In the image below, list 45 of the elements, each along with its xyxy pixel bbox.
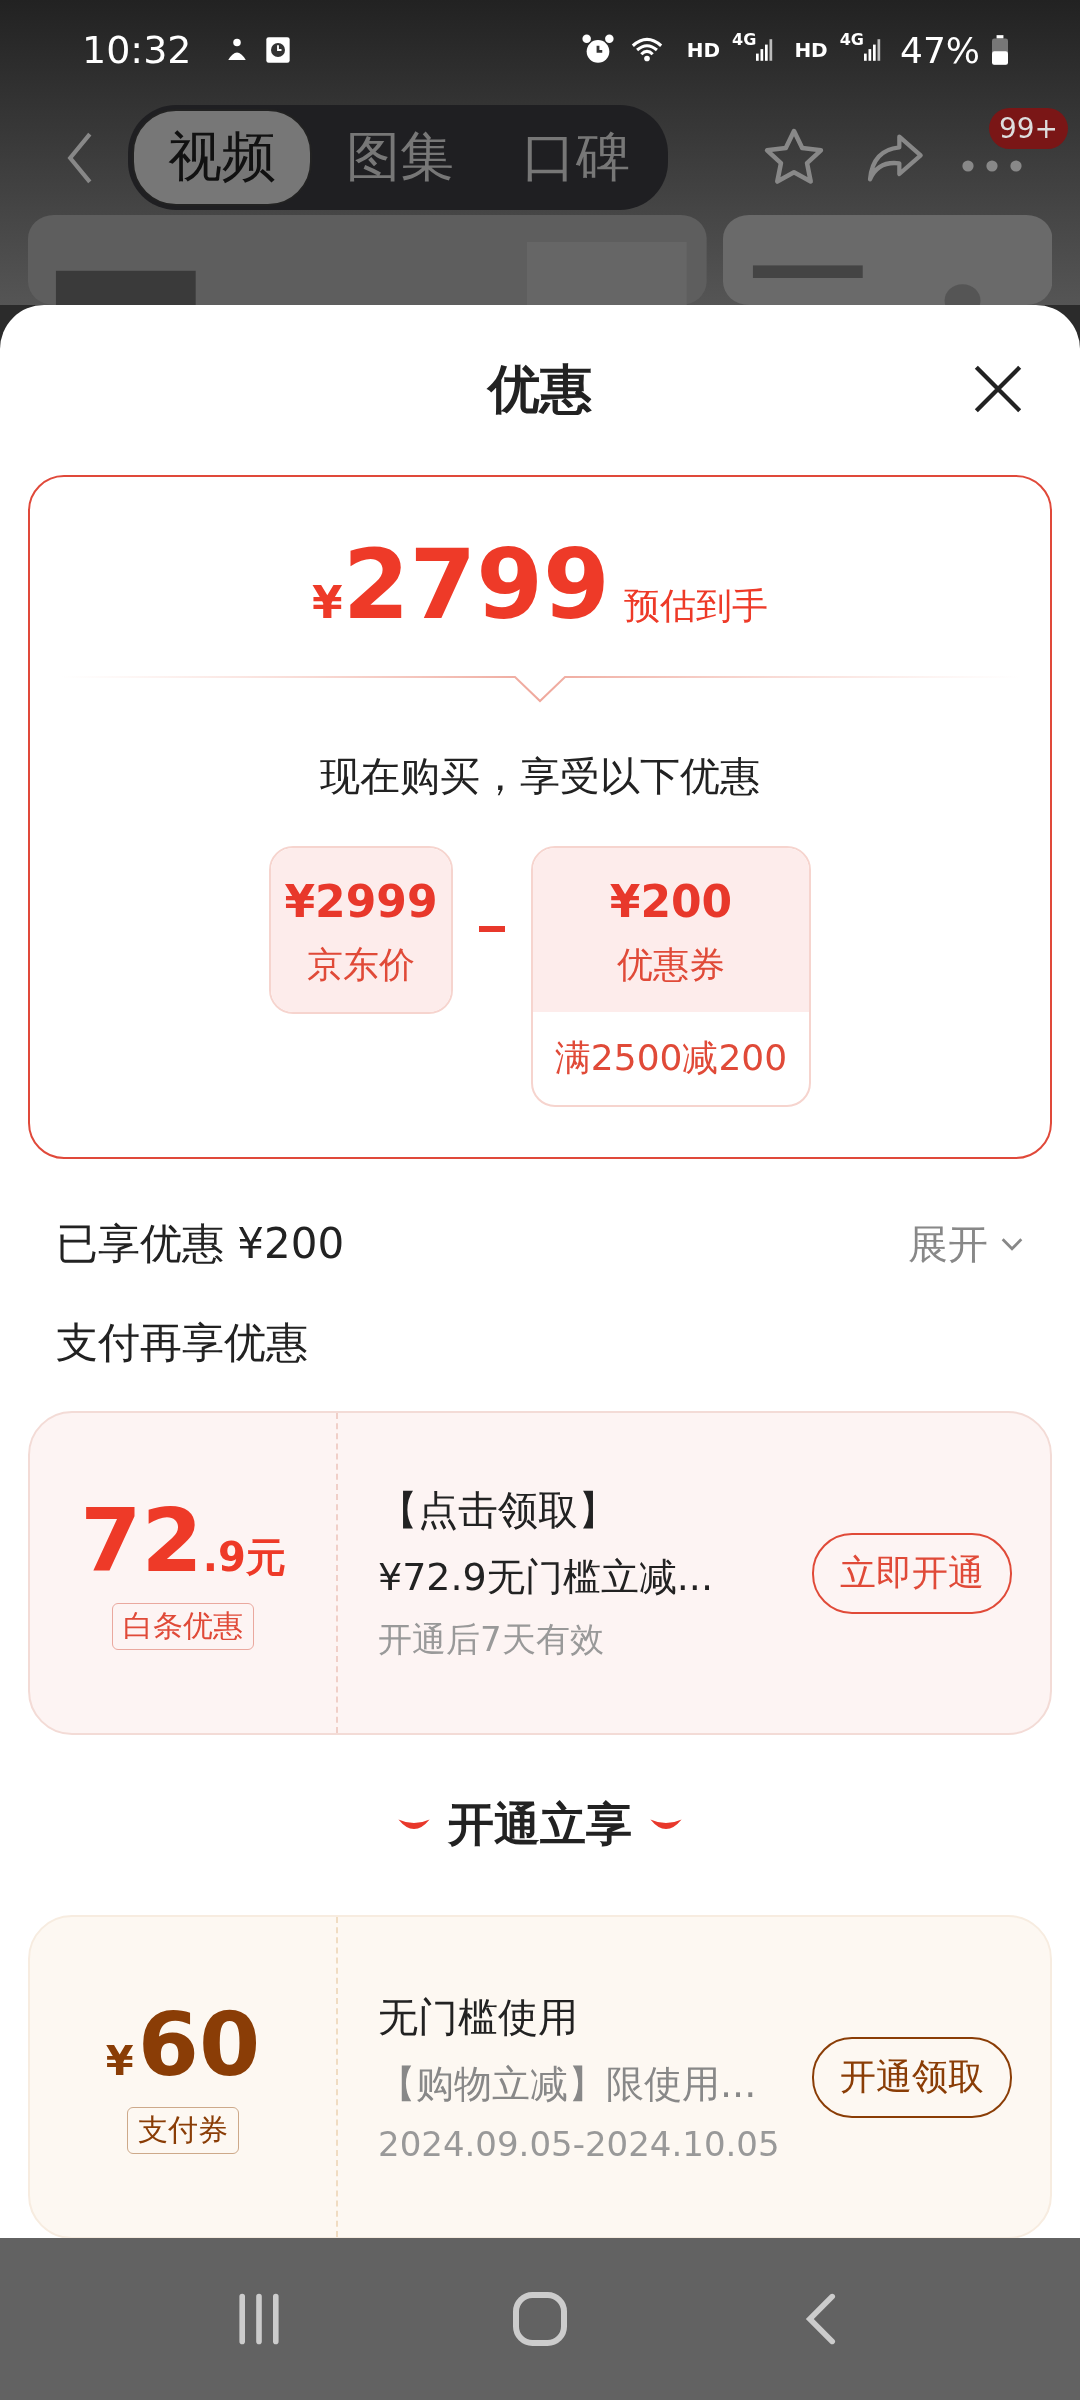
battery-percent: 47% [900,29,980,71]
offer-tag: 白条优惠 [112,1602,254,1650]
claim-button[interactable]: 开通领取 [812,2036,1012,2118]
section-heading: 开通立享 [448,1796,632,1853]
price-note: 预估到手 [623,584,768,628]
sheet-title: 优惠 [488,358,592,421]
voucher-tag: 支付券 [127,2106,239,2154]
expand-button[interactable]: 展开 [908,1216,1024,1272]
term-amount: ¥200 [609,876,733,927]
term-amount: ¥2999 [284,876,438,927]
coupon-condition: 满2500减200 [553,1036,789,1080]
currency-symbol: ¥ [105,2037,134,2084]
network-label: HD [686,38,721,62]
home-icon[interactable] [510,2289,570,2349]
price-subtitle: 现在购买，享受以下优惠 [320,752,760,801]
more-icon[interactable] [960,157,1024,174]
offer-amount: 72 [80,1496,203,1585]
voucher-validity: 2024.09.05-2024.10.05 [378,2124,781,2164]
battery-icon [992,35,1008,65]
clock-app-icon [263,35,292,65]
final-price: 2799 [342,537,610,633]
voucher-amount: 60 [137,2000,261,2089]
offer-description: ¥72.9无门槛立减... [378,1554,715,1601]
network-label: HD [794,38,828,62]
offer-validity: 开通后7天有效 [378,1618,605,1661]
minus-icon [479,926,505,932]
voucher-description: 【购物立减】限使用... [378,2061,758,2108]
offer-title: 【点击领取】 [378,1486,619,1535]
clock-time: 10:32 [82,28,192,72]
close-icon[interactable] [972,363,1024,415]
activate-button[interactable]: 立即开通 [812,1532,1012,1614]
term-label: 优惠券 [617,943,725,987]
view-tab[interactable]: 视频 [132,109,312,206]
network-type: 4G [839,30,864,49]
view-tab[interactable]: 图集 [312,109,488,206]
view-tab[interactable]: 口碑 [488,109,664,206]
voucher-title: 无门槛使用 [378,1993,579,2042]
notification-badge: 99+ [988,107,1068,149]
currency-symbol: ¥ [312,577,343,628]
network-type: 4G [732,30,757,49]
term-label: 京东价 [307,943,415,987]
applied-discount: 已享优惠 ¥200 [56,1218,345,1270]
chevron-down-icon [1000,1237,1024,1251]
offer-amount-decimal: .9元 [202,1532,286,1582]
section-title: 支付再享优惠 [55,1317,309,1369]
